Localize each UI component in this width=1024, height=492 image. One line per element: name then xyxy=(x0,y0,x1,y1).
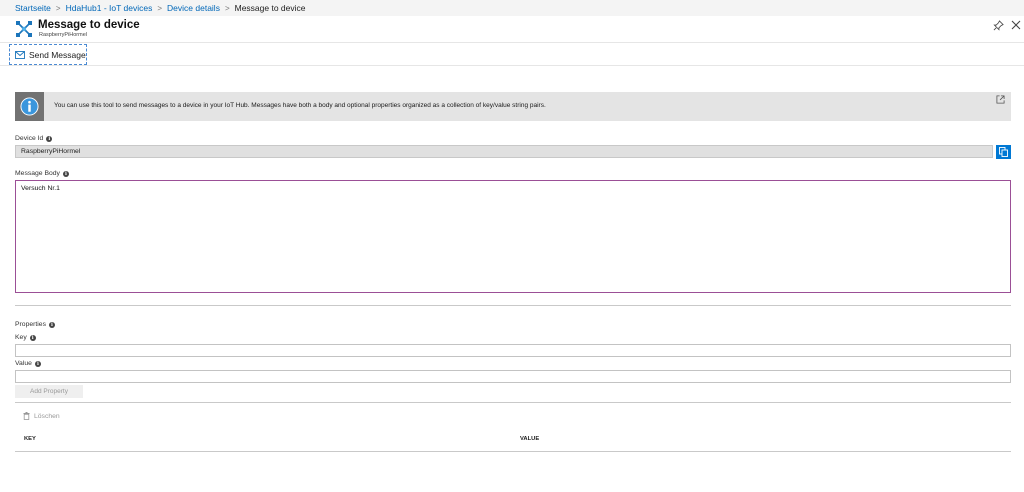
send-message-button[interactable]: Send Message xyxy=(9,44,87,65)
message-body-label: Message Body xyxy=(15,170,60,177)
delete-button[interactable]: Löschen xyxy=(23,412,60,420)
column-header-key[interactable]: KEY xyxy=(24,436,36,442)
divider xyxy=(15,402,1011,403)
pin-icon[interactable] xyxy=(993,20,1004,31)
device-id-field: RaspberryPiHormel xyxy=(15,145,993,158)
trash-icon xyxy=(23,412,30,420)
info-tooltip-icon[interactable]: i xyxy=(46,135,53,142)
info-tooltip-icon[interactable]: i xyxy=(29,334,36,341)
page-subtitle: RaspberryPiHormel xyxy=(39,32,87,38)
key-label-row: Key i xyxy=(15,334,36,341)
value-label-row: Value i xyxy=(15,360,41,367)
breadcrumb-current: Message to device xyxy=(234,3,306,13)
page-title: Message to device xyxy=(38,19,140,31)
breadcrumb-link-device-details[interactable]: Device details xyxy=(167,3,220,13)
breadcrumb-separator-icon: > xyxy=(157,4,163,13)
breadcrumb-link-iot-devices[interactable]: HdaHub1 - IoT devices xyxy=(66,3,153,13)
properties-label-row: Properties i xyxy=(15,321,55,328)
key-label: Key xyxy=(15,334,27,341)
copy-icon xyxy=(999,147,1008,157)
message-body-input[interactable]: Versuch Nr.1 xyxy=(15,180,1011,293)
copy-button[interactable] xyxy=(996,145,1011,159)
breadcrumb-link-home[interactable]: Startseite xyxy=(15,3,51,13)
column-header-value[interactable]: VALUE xyxy=(520,436,539,442)
info-icon-box xyxy=(15,92,44,121)
add-property-button[interactable]: Add Property xyxy=(15,385,83,398)
breadcrumb: Startseite > HdaHub1 - IoT devices > Device … xyxy=(0,0,1024,16)
device-id-label-row: Device Id i xyxy=(15,135,53,142)
value-input[interactable] xyxy=(15,370,1011,383)
close-icon[interactable] xyxy=(1011,20,1021,30)
divider xyxy=(15,305,1011,306)
breadcrumb-separator-icon: > xyxy=(224,4,230,13)
info-message: You can use this tool to send messages t… xyxy=(54,102,546,109)
delete-label: Löschen xyxy=(34,412,60,420)
info-tooltip-icon[interactable]: i xyxy=(48,321,55,328)
blade-header: Message to device RaspberryPiHormel xyxy=(0,16,1024,42)
properties-label: Properties xyxy=(15,321,46,328)
external-link-icon[interactable] xyxy=(996,95,1005,104)
iot-device-icon xyxy=(16,21,32,37)
info-banner: You can use this tool to send messages t… xyxy=(15,92,1011,121)
device-id-label: Device Id xyxy=(15,135,44,142)
message-body-label-row: Message Body i xyxy=(15,170,69,177)
breadcrumb-separator-icon: > xyxy=(55,4,61,13)
info-icon xyxy=(20,97,39,116)
info-tooltip-icon[interactable]: i xyxy=(34,360,41,367)
key-input[interactable] xyxy=(15,344,1011,357)
toolbar: Send Message xyxy=(0,42,1024,66)
value-label: Value xyxy=(15,360,32,367)
mail-icon xyxy=(15,50,25,59)
properties-table-header: KEY VALUE xyxy=(15,430,1011,452)
info-tooltip-icon[interactable]: i xyxy=(62,170,69,177)
send-message-label: Send Message xyxy=(29,49,86,60)
